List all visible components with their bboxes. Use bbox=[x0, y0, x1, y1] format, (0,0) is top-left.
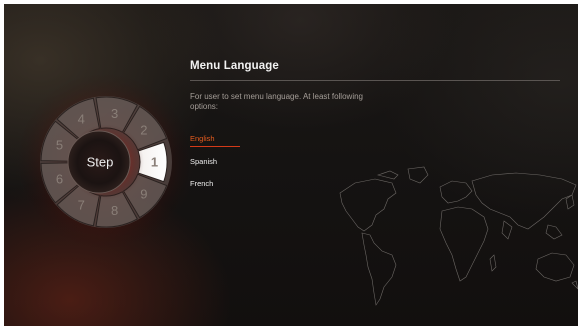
page-title: Menu Language bbox=[190, 60, 279, 72]
dial-center-label: Step bbox=[87, 155, 114, 170]
dial-step-label-8: 8 bbox=[111, 203, 118, 218]
selected-underline bbox=[190, 146, 240, 147]
dial-step-label-9: 9 bbox=[140, 186, 147, 201]
language-option-english[interactable]: English bbox=[190, 134, 215, 143]
language-option-spanish[interactable]: Spanish bbox=[190, 157, 217, 166]
dial-step-label-7: 7 bbox=[78, 197, 85, 212]
world-map-graphic bbox=[339, 166, 579, 306]
dial-step-label-3: 3 bbox=[111, 106, 118, 121]
screen: 123456789 Step Menu Language For user to… bbox=[0, 0, 582, 330]
dial-step-label-1: 1 bbox=[151, 155, 158, 170]
dial-step-label-2: 2 bbox=[140, 123, 147, 138]
title-divider bbox=[190, 80, 560, 81]
page-description: For user to set menu language. At least … bbox=[190, 92, 363, 111]
dial-step-label-6: 6 bbox=[56, 171, 63, 186]
dial-step-label-5: 5 bbox=[56, 138, 63, 153]
dial-step-label-4: 4 bbox=[78, 112, 85, 127]
language-option-french[interactable]: French bbox=[190, 179, 213, 188]
